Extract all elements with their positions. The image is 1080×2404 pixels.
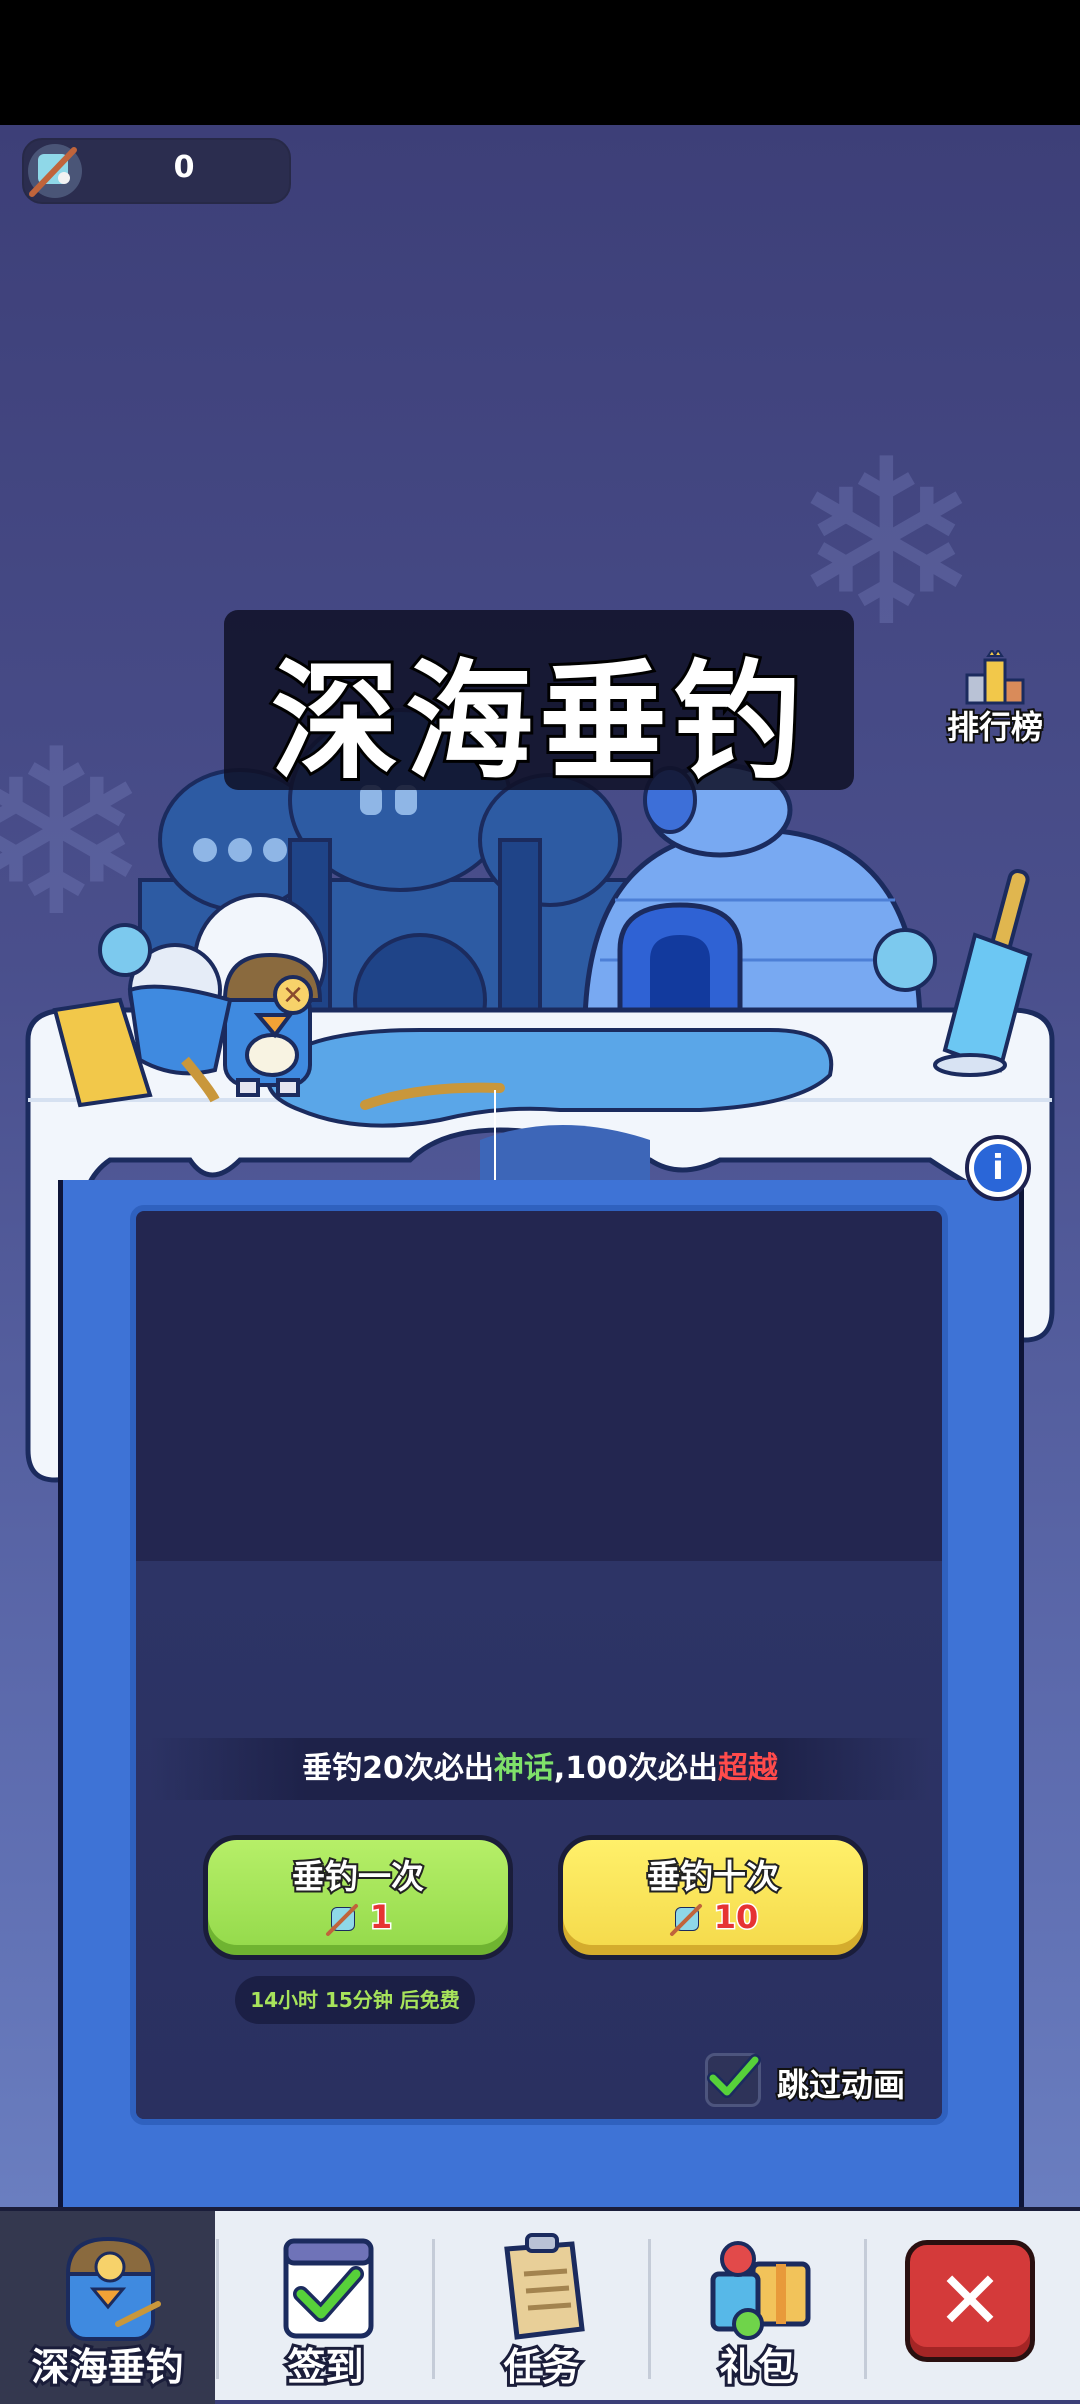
gift-box-icon bbox=[710, 2241, 810, 2340]
fish-once-button[interactable]: 垂钓一次 1 bbox=[203, 1835, 513, 1960]
close-button[interactable]: ✕ bbox=[905, 2240, 1035, 2362]
fish-ten-cost-value: 10 bbox=[712, 1897, 760, 1938]
free-timer: 14小时 15分钟 后免费 bbox=[235, 1976, 475, 2024]
trophy-podium-icon bbox=[965, 650, 1025, 705]
info-icon: i bbox=[974, 1144, 1022, 1192]
nav-tab-deep-sea-fishing[interactable]: 深海垂钓 bbox=[0, 2211, 215, 2404]
fish-once-cost: 1 bbox=[208, 1897, 508, 1938]
guarantee-text: ,100次必出 bbox=[553, 1751, 718, 1786]
ranking-label: 排行榜 bbox=[945, 706, 1045, 748]
fish-ten-cost: 10 bbox=[563, 1897, 863, 1938]
page-title: 深海垂钓 bbox=[268, 645, 807, 800]
nav-label: 深海垂钓 bbox=[28, 2342, 186, 2392]
fish-once-cost-value: 1 bbox=[368, 1897, 393, 1938]
checkmark-icon bbox=[707, 2054, 761, 2098]
title-banner: 深海垂钓 bbox=[224, 610, 854, 800]
fish-ten-button[interactable]: 垂钓十次 10 bbox=[558, 1835, 868, 1960]
guarantee-info: 垂钓20次必出神话,100次必出超越 bbox=[150, 1738, 930, 1800]
transcend-rarity: 超越 bbox=[717, 1751, 778, 1786]
nav-tab-checkin[interactable]: 签到 bbox=[218, 2211, 433, 2404]
nav-tab-tasks[interactable]: 任务 bbox=[434, 2211, 649, 2404]
close-icon: ✕ bbox=[936, 2254, 1004, 2347]
fish-ten-label: 垂钓十次 bbox=[645, 1855, 781, 1898]
skip-animation-label: 跳过动画 bbox=[775, 2064, 907, 2106]
skip-animation-checkbox[interactable] bbox=[705, 2053, 761, 2107]
nav-label: 任务 bbox=[500, 2342, 582, 2392]
myth-rarity: 神话 bbox=[493, 1751, 554, 1786]
penguin-fishing-icon bbox=[65, 2236, 161, 2341]
skip-animation-toggle[interactable]: 跳过动画 bbox=[705, 2050, 930, 2110]
info-button[interactable]: i bbox=[965, 1135, 1031, 1201]
nav-divider bbox=[864, 2239, 867, 2379]
ranking-button[interactable]: 排行榜 bbox=[935, 650, 1055, 760]
clipboard-scroll-icon bbox=[503, 2233, 585, 2340]
nav-label: 签到 bbox=[284, 2342, 366, 2392]
calendar-check-icon bbox=[283, 2238, 373, 2339]
svg-text:✕: ✕ bbox=[282, 981, 304, 1011]
guarantee-text: 垂钓20次必出 bbox=[302, 1751, 494, 1786]
fish-once-label: 垂钓一次 bbox=[290, 1855, 426, 1898]
fishing-rod-icon bbox=[669, 1904, 702, 1936]
fishing-rod-icon bbox=[325, 1904, 358, 1936]
nav-label: 礼包 bbox=[716, 2342, 798, 2392]
nav-tab-gifts[interactable]: 礼包 bbox=[650, 2211, 865, 2404]
